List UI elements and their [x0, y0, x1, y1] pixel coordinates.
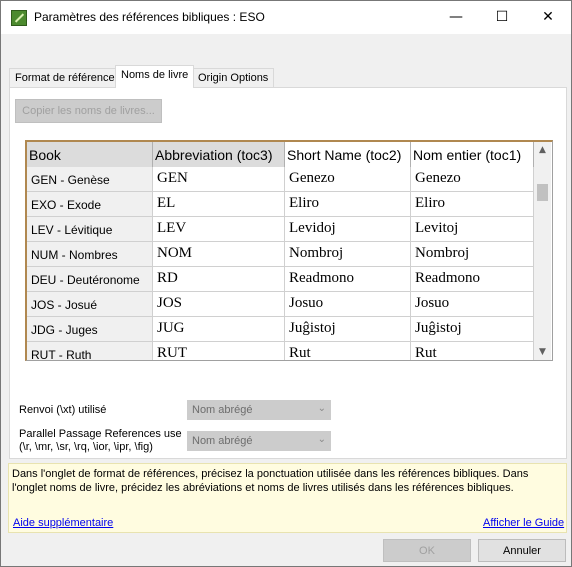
abbreviation-cell[interactable]: LEV — [153, 217, 285, 242]
close-button[interactable]: ✕ — [525, 1, 571, 34]
header-book[interactable]: Book — [27, 142, 153, 167]
app-icon — [11, 10, 27, 26]
dialog-window: Paramètres des références bibliques : ES… — [0, 0, 572, 567]
abbreviation-cell[interactable]: JOS — [153, 292, 285, 317]
parallel-label-line2: (\r, \mr, \sr, \rq, \ior, \ipr, \fig) — [19, 441, 153, 453]
short-name-cell[interactable]: Readmono — [285, 267, 411, 292]
chevron-down-icon: ⌄ — [317, 403, 326, 414]
short-name-cell[interactable]: Rut — [285, 342, 411, 360]
long-name-cell[interactable]: Readmono — [411, 267, 534, 292]
ok-button[interactable]: OK — [383, 539, 471, 562]
book-cell: JOS - Josué — [27, 292, 153, 317]
tab-origin-options[interactable]: Origin Options — [192, 68, 275, 88]
short-name-cell[interactable]: Juĝistoj — [285, 317, 411, 342]
crossref-select[interactable]: Nom abrégé ⌄ — [187, 400, 331, 420]
long-name-cell[interactable]: Genezo — [411, 167, 534, 192]
long-name-cell[interactable]: Nombroj — [411, 242, 534, 267]
table-row: EXO - Exode EL Eliro Eliro — [27, 192, 534, 217]
help-panel: Dans l'onglet de format de références, p… — [8, 463, 567, 533]
help-text: Dans l'onglet de format de références, p… — [12, 468, 529, 494]
grid-vertical-scrollbar[interactable]: ▲ ▼ — [534, 142, 551, 360]
abbreviation-cell[interactable]: RUT — [153, 342, 285, 360]
short-name-cell[interactable]: Levidoj — [285, 217, 411, 242]
header-long-name[interactable]: Nom entier (toc1) — [411, 142, 534, 167]
abbreviation-cell[interactable]: JUG — [153, 317, 285, 342]
book-cell: RUT - Ruth — [27, 342, 153, 360]
show-guide-link[interactable]: Afficher le Guide — [483, 517, 564, 529]
table-row: LEV - Lévitique LEV Levidoj Levitoj — [27, 217, 534, 242]
book-cell: EXO - Exode — [27, 192, 153, 217]
book-cell: NUM - Nombres — [27, 242, 153, 267]
long-name-cell[interactable]: Levitoj — [411, 217, 534, 242]
long-name-cell[interactable]: Eliro — [411, 192, 534, 217]
maximize-button[interactable]: ☐ — [479, 1, 525, 34]
parallel-label-line1: Parallel Passage References use — [19, 428, 182, 440]
tab-noms-de-livre[interactable]: Noms de livre — [115, 65, 195, 88]
crossref-select-value: Nom abrégé — [192, 404, 253, 416]
book-names-grid: Book Abbreviation (toc3) Short Name (toc… — [25, 140, 553, 361]
scroll-down-icon[interactable]: ▼ — [534, 344, 551, 360]
header-abbreviation[interactable]: Abbreviation (toc3) — [153, 142, 285, 167]
short-name-cell[interactable]: Eliro — [285, 192, 411, 217]
header-short-name[interactable]: Short Name (toc2) — [285, 142, 411, 167]
parallel-select[interactable]: Nom abrégé ⌄ — [187, 431, 331, 451]
table-row: GEN - Genèse GEN Genezo Genezo — [27, 167, 534, 192]
more-help-link[interactable]: Aide supplémentaire — [13, 517, 113, 529]
abbreviation-cell[interactable]: GEN — [153, 167, 285, 192]
window-title: Paramètres des références bibliques : ES… — [34, 10, 265, 24]
long-name-cell[interactable]: Juĝistoj — [411, 317, 534, 342]
abbreviation-cell[interactable]: EL — [153, 192, 285, 217]
long-name-cell[interactable]: Josuo — [411, 292, 534, 317]
minimize-button[interactable]: — — [433, 1, 479, 34]
book-cell: GEN - Genèse — [27, 167, 153, 192]
scroll-up-icon[interactable]: ▲ — [534, 142, 551, 159]
parallel-select-value: Nom abrégé — [192, 435, 253, 447]
tab-format-reference[interactable]: Format de référence — [9, 68, 121, 88]
table-row: DEU - Deutéronome RD Readmono Readmono — [27, 267, 534, 292]
book-cell: JDG - Juges — [27, 317, 153, 342]
copy-book-names-button[interactable]: Copier les noms de livres... — [15, 99, 162, 123]
table-row: JOS - Josué JOS Josuo Josuo — [27, 292, 534, 317]
chevron-down-icon: ⌄ — [317, 434, 326, 445]
table-row: NUM - Nombres NOM Nombroj Nombroj — [27, 242, 534, 267]
short-name-cell[interactable]: Genezo — [285, 167, 411, 192]
book-cell: LEV - Lévitique — [27, 217, 153, 242]
short-name-cell[interactable]: Nombroj — [285, 242, 411, 267]
grid-header: Book Abbreviation (toc3) Short Name (toc… — [27, 142, 534, 167]
scroll-thumb[interactable] — [537, 184, 548, 201]
table-row: RUT - Ruth RUT Rut Rut — [27, 342, 534, 360]
abbreviation-cell[interactable]: NOM — [153, 242, 285, 267]
book-cell: DEU - Deutéronome — [27, 267, 153, 292]
short-name-cell[interactable]: Josuo — [285, 292, 411, 317]
table-row: JDG - Juges JUG Juĝistoj Juĝistoj — [27, 317, 534, 342]
long-name-cell[interactable]: Rut — [411, 342, 534, 360]
crossref-label: Renvoi (\xt) utilisé — [19, 404, 107, 416]
cancel-button[interactable]: Annuler — [478, 539, 566, 562]
abbreviation-cell[interactable]: RD — [153, 267, 285, 292]
title-bar: Paramètres des références bibliques : ES… — [1, 1, 571, 34]
